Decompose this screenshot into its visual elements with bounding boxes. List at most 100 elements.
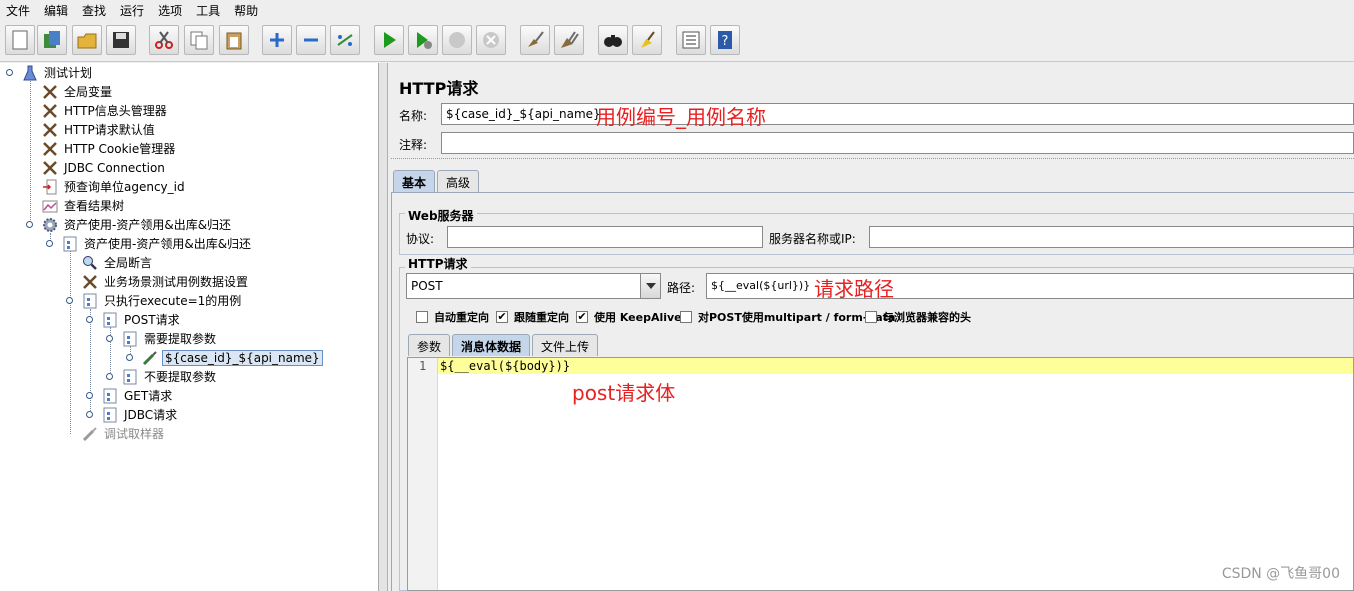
copy-button[interactable] bbox=[184, 25, 214, 55]
expand-toggle[interactable] bbox=[46, 240, 53, 247]
tab-file-upload[interactable]: 文件上传 bbox=[532, 334, 599, 356]
stop-button[interactable] bbox=[442, 25, 472, 55]
tree-node-http-sampler-selected[interactable]: ${case_id}_${api_name} bbox=[142, 348, 323, 367]
function-helper-button[interactable] bbox=[676, 25, 706, 55]
server-field[interactable] bbox=[869, 226, 1354, 248]
controller-icon bbox=[102, 312, 118, 328]
name-field[interactable]: ${case_id}_${api_name} bbox=[441, 103, 1354, 125]
expand-toggle[interactable] bbox=[126, 354, 133, 361]
expand-toggle[interactable] bbox=[26, 221, 33, 228]
tree-node-scenario-config[interactable]: 业务场景测试用例数据设置 bbox=[82, 272, 250, 291]
open-button[interactable] bbox=[72, 25, 102, 55]
expand-button[interactable] bbox=[262, 25, 292, 55]
tab-body-data[interactable]: 消息体数据 bbox=[452, 334, 531, 356]
tree-node-need-extract[interactable]: 需要提取参数 bbox=[122, 329, 218, 348]
protocol-field[interactable] bbox=[447, 226, 763, 248]
pane-splitter[interactable] bbox=[379, 63, 388, 591]
cut-button[interactable] bbox=[149, 25, 179, 55]
menu-file[interactable]: 文件 bbox=[6, 2, 30, 19]
toggle-button[interactable] bbox=[330, 25, 360, 55]
menu-run[interactable]: 运行 bbox=[120, 2, 144, 19]
listener-icon bbox=[42, 198, 58, 214]
name-annotation: 用例编号_用例名称 bbox=[596, 105, 766, 129]
tree-node-post-request[interactable]: POST请求 bbox=[102, 310, 182, 329]
auto-redirect-checkbox[interactable]: 自动重定向 bbox=[416, 309, 489, 325]
method-select[interactable]: POST bbox=[406, 273, 661, 299]
reset-search-button[interactable] bbox=[632, 25, 662, 55]
menu-help[interactable]: 帮助 bbox=[234, 2, 258, 19]
expand-toggle[interactable] bbox=[86, 411, 93, 418]
tree-node-no-extract[interactable]: 不要提取参数 bbox=[122, 367, 218, 386]
comment-field[interactable] bbox=[441, 132, 1354, 154]
menu-options[interactable]: 选项 bbox=[158, 2, 182, 19]
start-no-pause-button[interactable] bbox=[408, 25, 438, 55]
tree-node-get-request[interactable]: GET请求 bbox=[102, 386, 174, 405]
body-editor[interactable]: 1 ${__eval(${body})} bbox=[407, 357, 1354, 591]
expand-toggle[interactable] bbox=[86, 392, 93, 399]
start-button[interactable] bbox=[374, 25, 404, 55]
search-icon bbox=[604, 35, 622, 47]
expand-icon bbox=[270, 33, 284, 47]
multipart-checkbox[interactable]: 对POST使用multipart / form-data bbox=[680, 309, 895, 325]
stop-icon bbox=[449, 32, 465, 48]
tree-node-controller[interactable]: 资产使用-资产领用&出库&归还 bbox=[62, 234, 253, 253]
method-dropdown-button[interactable] bbox=[640, 274, 660, 298]
tree-node-debug-sampler[interactable]: 调试取样器 bbox=[82, 424, 166, 443]
tree-node-results-tree[interactable]: 查看结果树 bbox=[42, 196, 126, 215]
wrench-icon bbox=[42, 122, 58, 138]
preprocessor-icon bbox=[42, 179, 58, 195]
checkbox-box bbox=[416, 311, 428, 323]
current-line-highlight bbox=[438, 358, 1353, 374]
toolbar: ? bbox=[0, 20, 1354, 62]
templates-icon bbox=[44, 31, 60, 48]
tree-node-jdbc-connection[interactable]: JDBC Connection bbox=[42, 158, 167, 177]
expand-toggle[interactable] bbox=[106, 373, 113, 380]
clear-button[interactable] bbox=[520, 25, 550, 55]
collapse-divider[interactable] bbox=[391, 158, 1354, 159]
browser-headers-checkbox[interactable]: 与浏览器兼容的头 bbox=[865, 309, 971, 325]
new-button[interactable] bbox=[5, 25, 35, 55]
tree-node-jdbc-request[interactable]: JDBC请求 bbox=[102, 405, 179, 424]
path-field[interactable]: ${__eval(${url})} bbox=[706, 273, 1354, 299]
follow-redirect-checkbox[interactable]: ✔ 跟随重定向 bbox=[496, 309, 569, 325]
tree-node-cookie-manager[interactable]: HTTP Cookie管理器 bbox=[42, 139, 177, 158]
save-icon bbox=[113, 32, 129, 48]
svg-text:?: ? bbox=[722, 34, 729, 49]
search-button[interactable] bbox=[598, 25, 628, 55]
wrench-icon bbox=[42, 141, 58, 157]
tree-connector bbox=[30, 81, 31, 226]
save-button[interactable] bbox=[106, 25, 136, 55]
expand-toggle[interactable] bbox=[6, 69, 13, 76]
expand-toggle[interactable] bbox=[86, 316, 93, 323]
tab-basic[interactable]: 基本 bbox=[393, 170, 436, 192]
tab-parameters[interactable]: 参数 bbox=[408, 334, 451, 356]
tree-node-if-controller[interactable]: 只执行execute=1的用例 bbox=[82, 291, 243, 310]
menu-edit[interactable]: 编辑 bbox=[44, 2, 68, 19]
paste-button[interactable] bbox=[219, 25, 249, 55]
menu-bar: 文件 编辑 查找 运行 选项 工具 帮助 bbox=[0, 0, 1354, 20]
shutdown-button[interactable] bbox=[476, 25, 506, 55]
controller-icon bbox=[102, 407, 118, 423]
collapse-button[interactable] bbox=[296, 25, 326, 55]
path-annotation: 请求路径 bbox=[814, 277, 894, 301]
tree-node-test-plan[interactable]: 测试计划 bbox=[22, 63, 94, 82]
magnifier-icon bbox=[82, 255, 98, 271]
tab-advanced[interactable]: 高级 bbox=[437, 170, 480, 192]
menu-tools[interactable]: 工具 bbox=[196, 2, 220, 19]
checkbox-box bbox=[680, 311, 692, 323]
menu-search[interactable]: 查找 bbox=[82, 2, 106, 19]
tree-node-thread-group[interactable]: 资产使用-资产领用&出库&归还 bbox=[42, 215, 233, 234]
tree-node-pre-query[interactable]: 预查询单位agency_id bbox=[42, 177, 187, 196]
tree-node-http-defaults[interactable]: HTTP请求默认值 bbox=[42, 120, 157, 139]
tree-node-global-assert[interactable]: 全局断言 bbox=[82, 253, 154, 272]
panel-title: HTTP请求 bbox=[399, 79, 479, 98]
controller-icon bbox=[122, 331, 138, 347]
tree-node-header-manager[interactable]: HTTP信息头管理器 bbox=[42, 101, 169, 120]
tree-node-global-vars[interactable]: 全局变量 bbox=[42, 82, 114, 101]
expand-toggle[interactable] bbox=[106, 335, 113, 342]
help-button[interactable]: ? bbox=[710, 25, 740, 55]
expand-toggle[interactable] bbox=[66, 297, 73, 304]
clear-all-button[interactable] bbox=[554, 25, 584, 55]
keepalive-checkbox[interactable]: ✔ 使用 KeepAlive bbox=[576, 309, 682, 325]
templates-button[interactable] bbox=[37, 25, 67, 55]
